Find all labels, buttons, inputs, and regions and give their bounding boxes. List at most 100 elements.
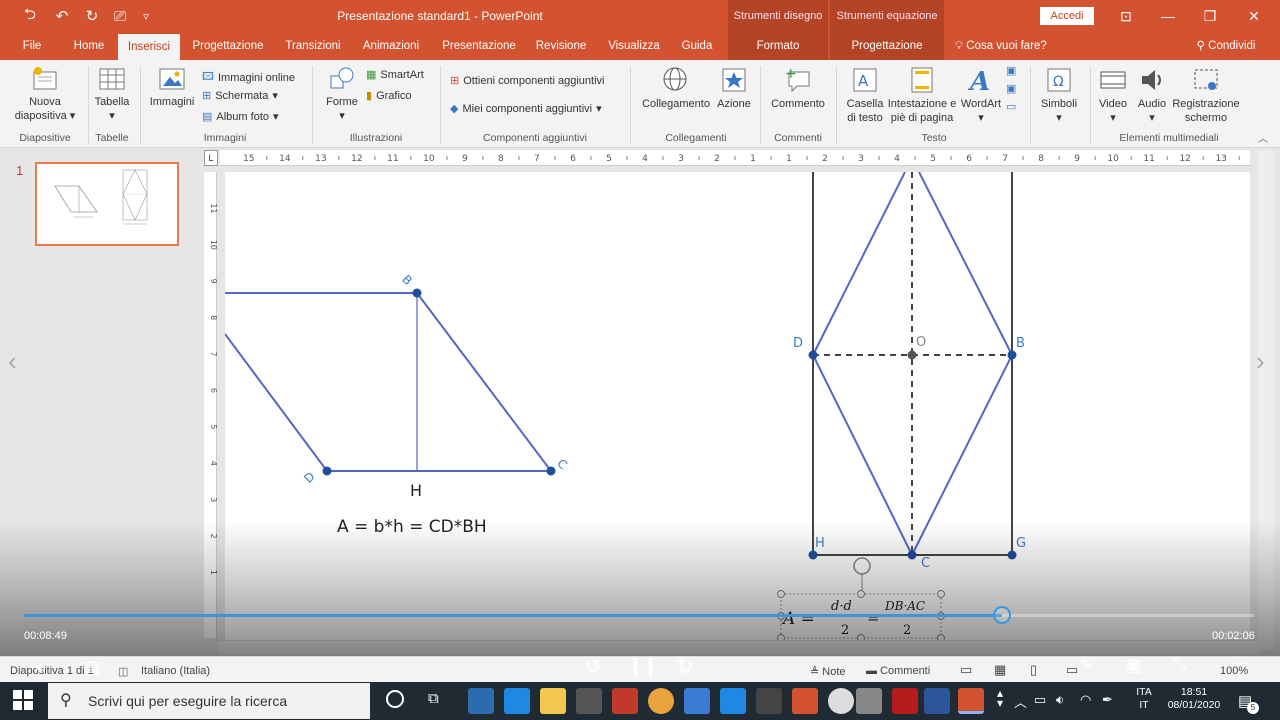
tab-equation-design[interactable]: Progettazione — [830, 32, 944, 60]
speaker-tray-icon[interactable]: 🔉︎ — [1056, 692, 1064, 708]
input-language[interactable]: ITA IT — [1132, 686, 1156, 712]
pen-icon[interactable]: ✎ — [1080, 656, 1094, 676]
screen-recording-button[interactable]: Registrazione schermo — [1170, 66, 1242, 125]
powerpoint-icon[interactable] — [958, 688, 984, 714]
tell-me-search[interactable]: 💡︎ Cosa vuoi fare? — [955, 32, 1075, 60]
volume-icon[interactable]: 🔉︎ — [36, 658, 47, 678]
taskbar-app-icon[interactable] — [756, 688, 782, 714]
taskbar-app-icon[interactable] — [684, 688, 710, 714]
close-button[interactable]: ✕ — [1234, 0, 1274, 32]
restore-button[interactable]: ❐ — [1190, 0, 1230, 32]
taskbar-app-icon[interactable] — [856, 688, 882, 714]
comments-button[interactable]: ▬ Commenti — [866, 665, 930, 677]
vertical-scrollbar[interactable] — [1258, 150, 1274, 650]
start-from-beginning-icon[interactable]: ⎚ — [108, 5, 132, 27]
point-d[interactable] — [322, 466, 332, 476]
fullscreen-icon[interactable]: ⤡ — [1172, 654, 1186, 675]
cortana-icon[interactable] — [386, 690, 404, 708]
point-c[interactable] — [907, 550, 917, 560]
captions-icon[interactable]: ▤ — [84, 658, 100, 678]
tab-transitions[interactable]: Transizioni — [280, 32, 346, 60]
point-o[interactable] — [907, 350, 917, 360]
object-icon[interactable]: ▭ — [1006, 100, 1016, 113]
battery-icon[interactable]: ▭ — [1034, 692, 1046, 708]
taskbar-app-icon[interactable] — [828, 688, 854, 714]
slide-number-icon[interactable]: ▣ — [1006, 82, 1016, 95]
tab-design[interactable]: Progettazione — [188, 32, 268, 60]
clock[interactable]: 18:51 08/01/2020 — [1164, 686, 1224, 712]
my-addins-button[interactable]: ◆ Miei componenti aggiuntivi ▾ — [450, 102, 602, 116]
action-button[interactable]: Azione — [714, 66, 754, 111]
point-b[interactable] — [1007, 350, 1017, 360]
miniview-icon[interactable]: ▣ — [1126, 656, 1142, 676]
tab-animations[interactable]: Animazioni — [356, 32, 426, 60]
point-c[interactable] — [546, 466, 556, 476]
minimize-button[interactable]: — — [1148, 0, 1188, 32]
next-slide-arrow-icon[interactable]: › — [1256, 346, 1265, 377]
rotate-handle-icon[interactable] — [853, 557, 871, 575]
comment-button[interactable]: + Commento — [766, 66, 830, 111]
collapse-ribbon-icon[interactable]: ︿ — [1258, 130, 1268, 145]
customize-toolbar-icon[interactable]: ▿ — [134, 5, 158, 27]
tab-file[interactable]: File — [14, 32, 50, 60]
edge-browser-icon[interactable] — [504, 688, 530, 714]
pause-icon[interactable]: ❙❙ — [628, 656, 658, 677]
shapes-button[interactable]: Forme ▾ — [320, 66, 364, 123]
slide-sorter-icon[interactable]: ▦ — [994, 662, 1006, 678]
internet-explorer-icon[interactable] — [720, 688, 746, 714]
slide-thumbnail[interactable] — [35, 162, 179, 246]
textbox-button[interactable]: A Casella di testo — [842, 66, 888, 125]
notes-button[interactable]: ≜ Note — [810, 665, 846, 678]
screenshot-button[interactable]: ⊞ Schermata ▾ — [202, 89, 278, 103]
windows-start-icon[interactable] — [12, 689, 36, 713]
reading-view-icon[interactable]: ▯ — [1030, 662, 1037, 678]
taskbar-app-icon[interactable] — [612, 688, 638, 714]
point-h[interactable] — [808, 550, 818, 560]
area-formula-parallelogram[interactable]: A = b*h = CD*BH — [337, 517, 487, 537]
taskbar-app-icon[interactable] — [468, 688, 494, 714]
tab-review[interactable]: Revisione — [530, 32, 592, 60]
point-d[interactable] — [808, 350, 818, 360]
task-view-icon[interactable]: ⧉ — [428, 690, 439, 707]
pen-workspace-icon[interactable]: ✒ — [1102, 692, 1113, 708]
redo-icon[interactable]: ↻ — [80, 5, 104, 27]
tab-view[interactable]: Visualizza — [604, 32, 664, 60]
chart-button[interactable]: ▮ Grafico — [366, 89, 412, 103]
sign-in-button[interactable]: Accedi — [1040, 7, 1094, 25]
chrome-icon[interactable] — [648, 688, 674, 714]
video-seek-thumb[interactable] — [993, 606, 1011, 624]
photo-album-button[interactable]: ▤ Album foto ▾ — [202, 110, 279, 124]
file-explorer-icon[interactable] — [540, 688, 566, 714]
share-button[interactable]: ⚲ Condividi — [1184, 32, 1268, 60]
normal-view-icon[interactable]: ▭ — [960, 662, 972, 678]
get-addins-button[interactable]: ⊞ Ottieni componenti aggiuntivi — [450, 74, 604, 88]
store-icon[interactable] — [576, 688, 602, 714]
tab-format[interactable]: Formato — [728, 32, 828, 60]
back-icon[interactable]: ⮌ — [18, 5, 42, 27]
language[interactable]: Italiano (Italia) — [141, 665, 210, 677]
word-icon[interactable] — [924, 688, 950, 714]
images-button[interactable]: Immagini — [145, 66, 199, 109]
previous-slide-arrow-icon[interactable]: ‹ — [8, 346, 17, 377]
tab-stop-selector[interactable]: L — [204, 150, 218, 166]
link-button[interactable]: Collegamento — [638, 66, 714, 111]
smartart-button[interactable]: ▦ SmartArt — [366, 68, 424, 82]
more-options-icon[interactable]: ⋯ — [1232, 654, 1249, 674]
undo-icon[interactable]: ↶ — [50, 5, 74, 27]
slideshow-view-icon[interactable]: ▭ — [1066, 662, 1078, 678]
pdf-reader-icon[interactable] — [892, 688, 918, 714]
equation-object[interactable]: A = d·d 2 = DB·AC 2 — [777, 557, 945, 640]
taskbar-overflow-icon[interactable]: ▴ ▾ — [994, 687, 1006, 709]
spell-check-icon[interactable]: ◫ — [118, 665, 128, 678]
tab-slideshow[interactable]: Presentazione — [438, 32, 520, 60]
point-b[interactable] — [412, 288, 422, 298]
wordart-button[interactable]: A WordArt ▾ — [958, 66, 1004, 125]
symbols-button[interactable]: Ω Simboli ▾ — [1034, 66, 1084, 125]
taskbar-app-icon[interactable] — [792, 688, 818, 714]
date-time-icon[interactable]: ▣ — [1006, 64, 1016, 77]
header-footer-button[interactable]: Intestazione e piè di pagina — [886, 66, 958, 125]
tab-help[interactable]: Guida — [674, 32, 720, 60]
new-slide-button[interactable]: Nuova diapositiva ▾ — [10, 66, 80, 123]
table-button[interactable]: Tabella ▾ — [92, 66, 132, 123]
video-button[interactable]: Video ▾ — [1094, 66, 1132, 125]
